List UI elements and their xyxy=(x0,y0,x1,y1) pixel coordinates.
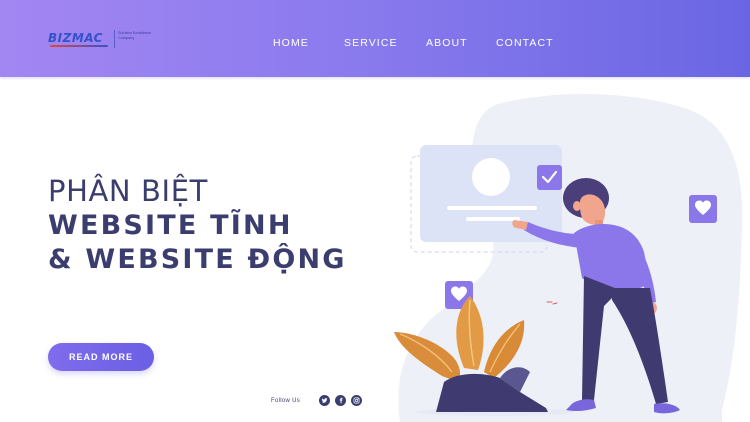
hero-illustration xyxy=(394,145,717,416)
plant-decoration xyxy=(394,296,575,416)
check-badge-icon xyxy=(537,165,562,190)
heart-badge-icon xyxy=(689,195,717,223)
profile-avatar-circle xyxy=(472,158,510,196)
